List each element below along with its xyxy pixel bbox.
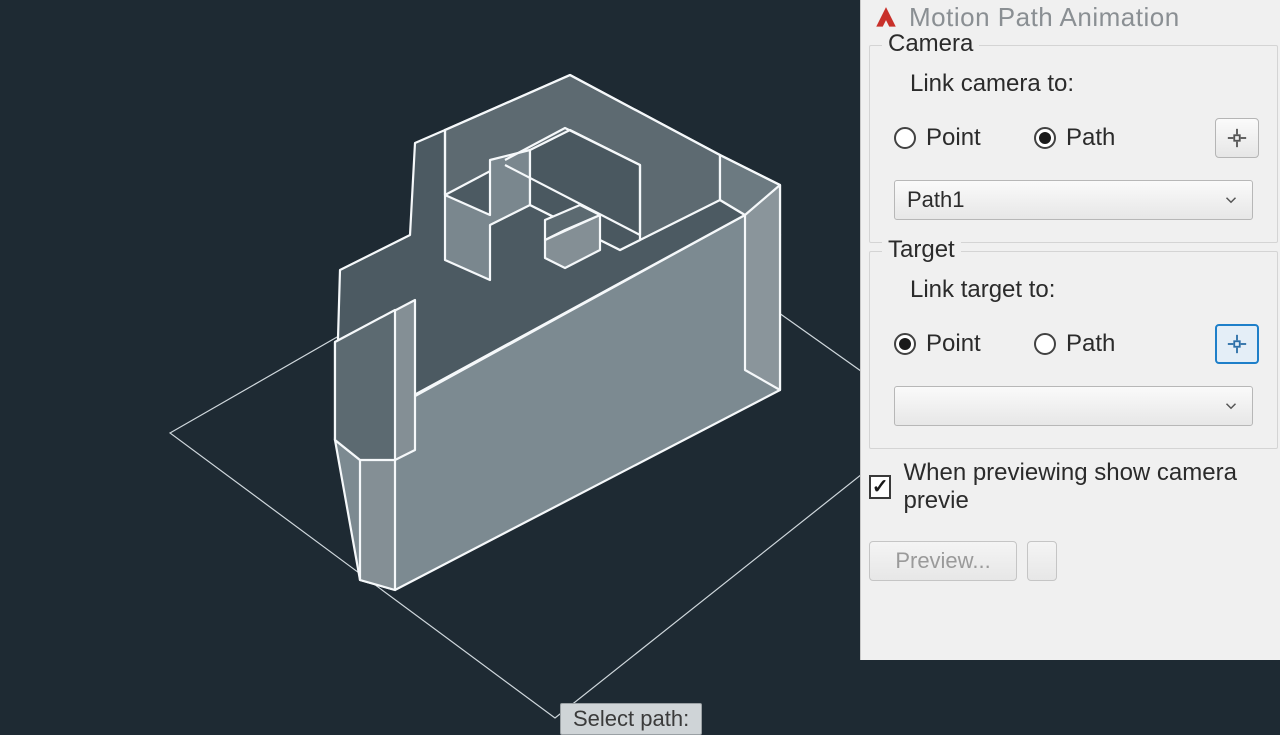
autocad-logo-icon bbox=[873, 5, 899, 31]
target-path-dropdown[interactable] bbox=[894, 386, 1253, 426]
preview-button[interactable]: Preview... bbox=[869, 541, 1017, 581]
camera-path-radio[interactable]: Path bbox=[1034, 124, 1115, 152]
target-legend: Target bbox=[882, 236, 961, 264]
model-wireframe bbox=[0, 0, 860, 720]
preview-check-label: When previewing show camera previe bbox=[903, 459, 1278, 515]
crosshair-icon bbox=[1226, 127, 1248, 149]
target-group: Target Link target to: Point Path bbox=[869, 251, 1278, 449]
target-point-radio[interactable]: Point bbox=[894, 330, 1034, 358]
chevron-down-icon bbox=[1222, 191, 1240, 209]
target-path-radio[interactable]: Path bbox=[1034, 330, 1115, 358]
target-pick-button[interactable] bbox=[1215, 324, 1259, 364]
link-camera-label: Link camera to: bbox=[910, 70, 1259, 98]
secondary-button[interactable] bbox=[1027, 541, 1057, 581]
radio-icon bbox=[894, 127, 916, 149]
camera-legend: Camera bbox=[882, 30, 979, 58]
camera-pick-button[interactable] bbox=[1215, 118, 1259, 158]
checkbox-icon: ✓ bbox=[869, 475, 891, 499]
camera-path-dropdown[interactable]: Path1 bbox=[894, 180, 1253, 220]
preview-checkbox-row[interactable]: ✓ When previewing show camera previe bbox=[869, 459, 1278, 515]
motion-path-dialog: Motion Path Animation Camera Link camera… bbox=[860, 0, 1280, 660]
crosshair-icon bbox=[1226, 333, 1248, 355]
radio-icon bbox=[1034, 333, 1056, 355]
chevron-down-icon bbox=[1222, 397, 1240, 415]
radio-icon bbox=[894, 333, 916, 355]
camera-group: Camera Link camera to: Point Path bbox=[869, 45, 1278, 243]
command-tooltip: Select path: bbox=[560, 703, 702, 735]
radio-icon bbox=[1034, 127, 1056, 149]
link-target-label: Link target to: bbox=[910, 276, 1259, 304]
camera-point-radio[interactable]: Point bbox=[894, 124, 1034, 152]
